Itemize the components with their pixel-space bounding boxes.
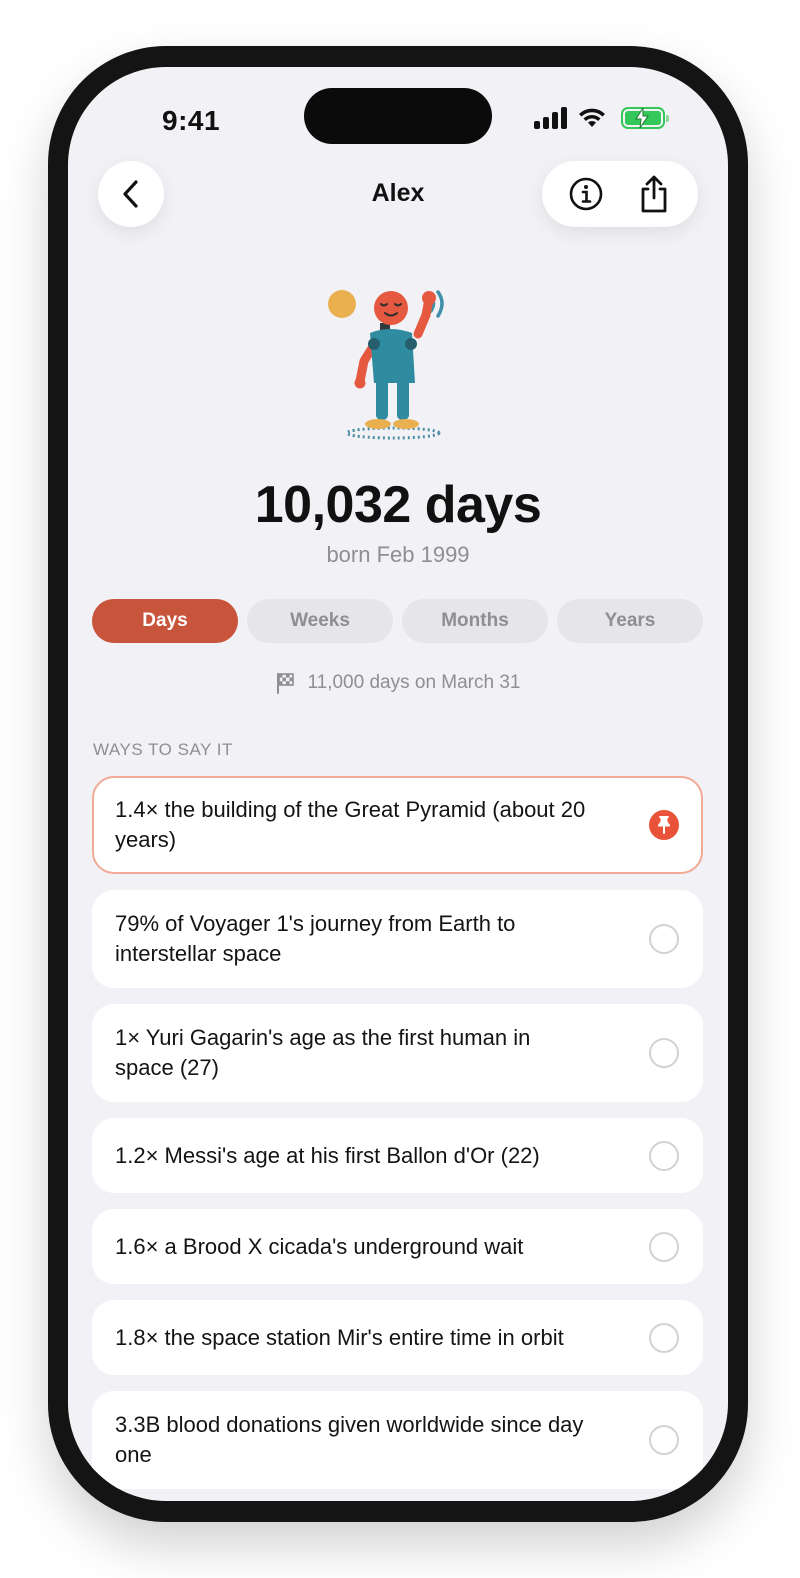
share-button[interactable] (626, 166, 682, 222)
status-icons (534, 103, 669, 133)
info-button[interactable] (558, 166, 614, 222)
select-radio[interactable] (649, 1038, 679, 1068)
next-milestone: 11,000 days on March 31 (68, 672, 728, 694)
pin-button[interactable] (649, 810, 679, 840)
select-radio[interactable] (649, 1322, 679, 1353)
section-title: WAYS TO SAY IT (93, 740, 233, 759)
birth-date: born Feb 1999 (326, 542, 470, 567)
pushpin-icon (658, 816, 670, 834)
comparison-card[interactable]: 1.6× a Brood X cicada's underground wait (92, 1209, 703, 1284)
checkered-flag-icon (277, 673, 295, 694)
comparison-list: 1.4× the building of the Great Pyramid (… (92, 776, 703, 1501)
segment-years[interactable]: Years (557, 599, 703, 643)
segment-months[interactable]: Months (402, 599, 548, 643)
comparison-card[interactable]: 1.2× Messi's age at his first Ballon d'O… (92, 1118, 703, 1193)
comparison-card[interactable]: 3.3B blood donations given worldwide sin… (92, 1391, 703, 1489)
waving-person-illustration (328, 290, 444, 440)
comparison-text: 1× Yuri Gagarin's age as the first human… (115, 1025, 531, 1080)
comparison-text: 1.6× a Brood X cicada's underground wait (115, 1233, 524, 1259)
select-radio[interactable] (649, 1140, 679, 1171)
select-radio[interactable] (649, 1425, 679, 1455)
cellular-signal-icon (534, 107, 567, 129)
comparison-text: 1.8× the space station Mir's entire time… (115, 1324, 564, 1350)
share-icon (641, 175, 667, 213)
dynamic-island (304, 88, 492, 144)
comparison-text: 1.4× the building of the Great Pyramid (… (115, 797, 586, 852)
comparison-card[interactable]: 79% of Voyager 1's journey from Earth to… (92, 890, 703, 988)
battery-charging-icon (621, 107, 669, 129)
comparison-card[interactable]: 1× Yuri Gagarin's age as the first human… (92, 1004, 703, 1102)
app-screen: 9:41 Alex 10,032 days born Feb 1999 Days… (68, 67, 728, 1501)
comparison-text: 79% of Voyager 1's journey from Earth to… (115, 911, 516, 966)
wifi-icon (579, 108, 605, 127)
select-radio[interactable] (649, 924, 679, 954)
unit-segmented-control: Days Weeks Months Years (92, 599, 703, 643)
days-count: 10,032 days (254, 476, 542, 534)
comparison-text: 3.3B blood donations given worldwide sin… (115, 1412, 584, 1467)
status-time: 9:41 (162, 105, 221, 136)
segment-days[interactable]: Days (92, 599, 238, 643)
milestone-text: 11,000 days on March 31 (307, 672, 521, 693)
action-group (542, 161, 698, 227)
select-radio[interactable] (649, 1231, 679, 1262)
segment-weeks[interactable]: Weeks (247, 599, 393, 643)
info-icon (569, 177, 603, 211)
comparison-card[interactable]: 1.8× the space station Mir's entire time… (92, 1300, 703, 1375)
comparison-text: 1.2× Messi's age at his first Ballon d'O… (115, 1142, 540, 1168)
comparison-card-pinned[interactable]: 1.4× the building of the Great Pyramid (… (92, 776, 703, 874)
